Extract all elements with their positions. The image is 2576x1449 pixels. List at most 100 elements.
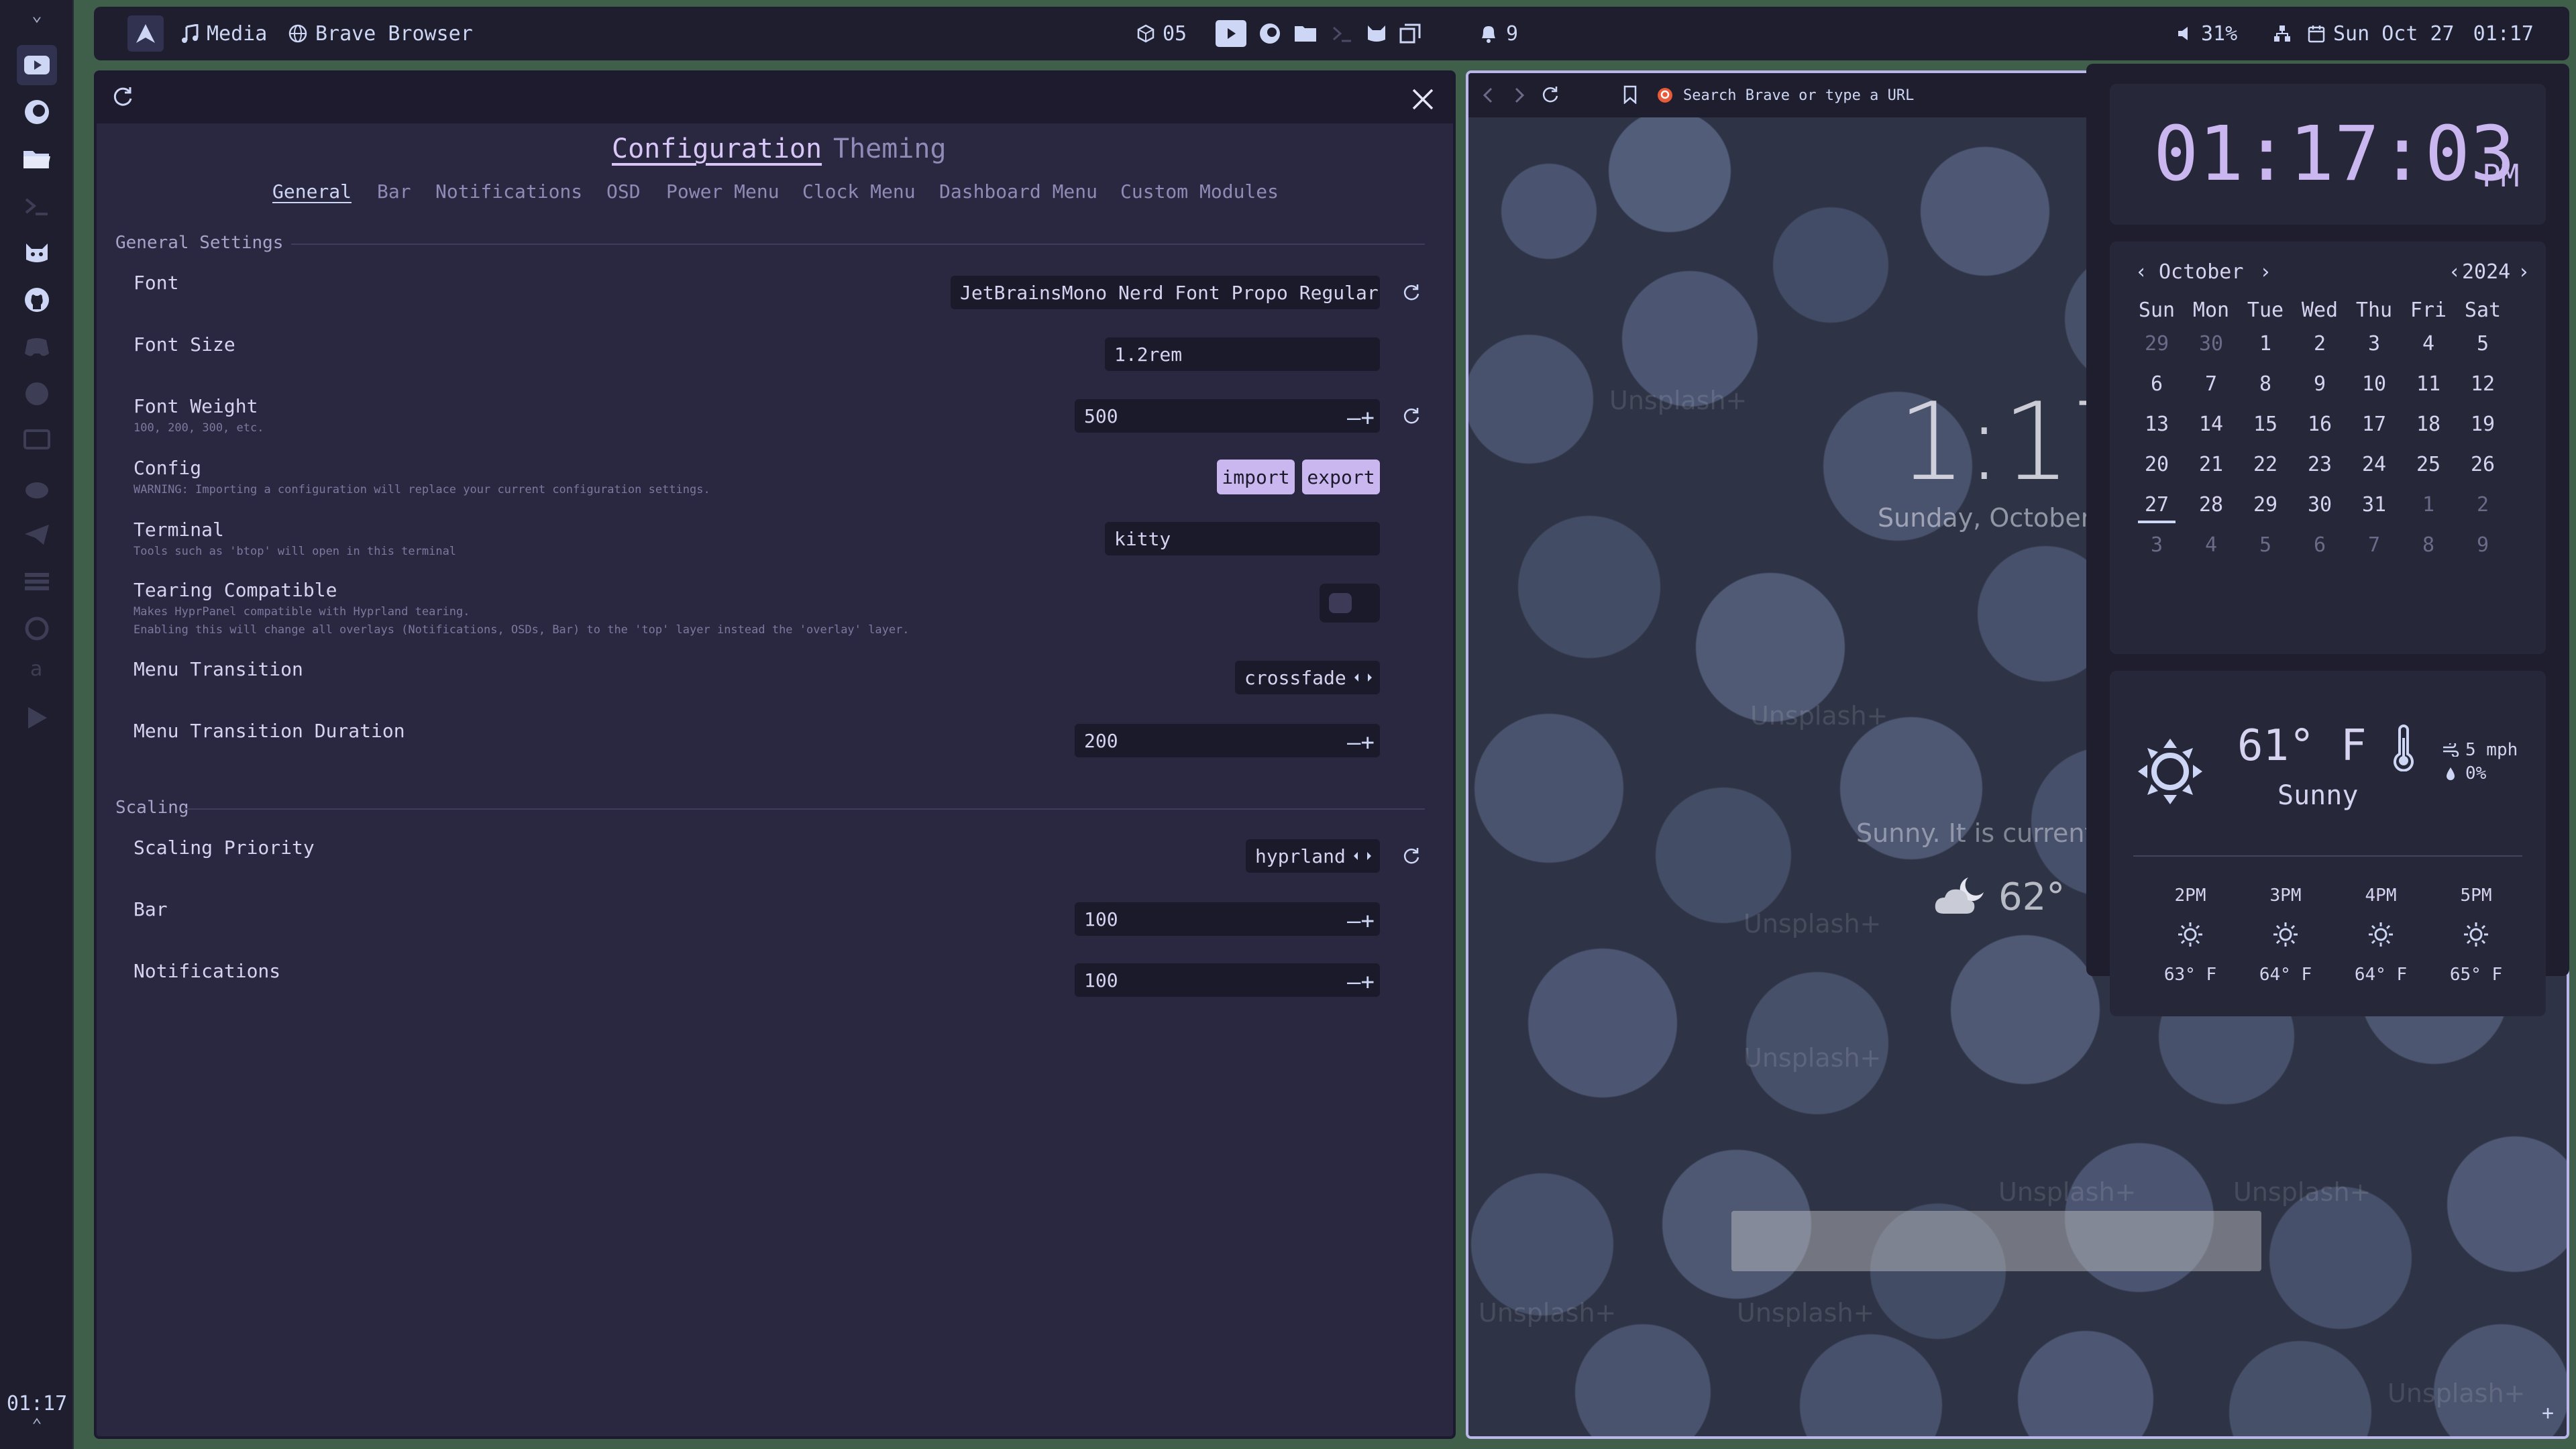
- dock-collapse-bottom[interactable]: ⌃: [0, 1415, 74, 1436]
- discord-icon[interactable]: [17, 327, 57, 367]
- calendar-day[interactable]: 19: [2456, 413, 2510, 436]
- calendar-day[interactable]: 28: [2184, 493, 2238, 517]
- tv-icon[interactable]: [17, 421, 57, 461]
- font-weight-stepper[interactable]: —+: [1347, 405, 1375, 431]
- subtab-power-menu[interactable]: Power Menu: [666, 180, 780, 203]
- calendar-day[interactable]: 12: [2456, 372, 2510, 396]
- calendar-day[interactable]: 2: [2293, 332, 2347, 356]
- calendar-day[interactable]: 1: [2402, 493, 2455, 517]
- calendar-day[interactable]: 7: [2184, 372, 2238, 396]
- calendar-day[interactable]: 31: [2347, 493, 2401, 517]
- calendar-day[interactable]: 23: [2293, 453, 2347, 476]
- scaling-priority-select[interactable]: hyprland: [1246, 839, 1380, 873]
- volume-module[interactable]: 31%: [2177, 7, 2237, 60]
- reset-icon[interactable]: [1399, 404, 1424, 428]
- tearing-toggle[interactable]: [1320, 584, 1380, 623]
- calendar-day[interactable]: 13: [2130, 413, 2184, 436]
- subtab-custom-modules[interactable]: Custom Modules: [1120, 180, 1279, 203]
- arch-logo-button[interactable]: [127, 7, 164, 60]
- notifications-scaling-field[interactable]: 100 —+: [1075, 963, 1380, 997]
- calendar-day[interactable]: 14: [2184, 413, 2238, 436]
- play-icon[interactable]: [17, 698, 57, 738]
- media-module[interactable]: Media: [181, 7, 267, 60]
- calendar-day[interactable]: 6: [2130, 372, 2184, 396]
- back-icon[interactable]: [1482, 87, 1495, 104]
- font-size-field[interactable]: 1.2rem: [1105, 337, 1380, 371]
- youtube-icon[interactable]: [17, 45, 57, 85]
- subtab-bar[interactable]: Bar: [377, 180, 411, 203]
- calendar-day[interactable]: 25: [2402, 453, 2455, 476]
- calendar-day[interactable]: 24: [2347, 453, 2401, 476]
- bookmark-icon[interactable]: [1623, 85, 1638, 104]
- tab-configuration[interactable]: Configuration: [612, 133, 822, 164]
- spotify-icon[interactable]: [17, 374, 57, 414]
- calendar-day[interactable]: 26: [2456, 453, 2510, 476]
- calendar-day[interactable]: 4: [2184, 533, 2238, 557]
- calendar-day[interactable]: 30: [2293, 493, 2347, 517]
- subtab-osd[interactable]: OSD: [606, 180, 641, 203]
- workspaces-module[interactable]: 05: [1137, 7, 1187, 60]
- subtab-notifications[interactable]: Notifications: [435, 180, 582, 203]
- calendar-day[interactable]: 15: [2239, 413, 2292, 436]
- firefox-icon[interactable]: [1258, 22, 1281, 45]
- github-icon[interactable]: [17, 280, 57, 320]
- subtab-general[interactable]: General: [272, 180, 352, 203]
- calendar-day[interactable]: 8: [2402, 533, 2455, 557]
- lockscreen-password-box[interactable]: [1731, 1211, 2261, 1271]
- calendar-day[interactable]: 30: [2184, 332, 2238, 356]
- calendar-year[interactable]: 2024: [2462, 260, 2510, 284]
- calendar-day[interactable]: 9: [2293, 372, 2347, 396]
- terminal-field[interactable]: kitty: [1105, 522, 1380, 555]
- import-button[interactable]: import: [1217, 460, 1295, 494]
- notifications-module[interactable]: 9: [1479, 7, 1518, 60]
- reset-icon[interactable]: [1399, 280, 1424, 305]
- calendar-day[interactable]: 3: [2347, 332, 2401, 356]
- sync-icon[interactable]: [17, 608, 57, 649]
- next-year-button[interactable]: ›: [2518, 260, 2530, 284]
- calendar-day[interactable]: 9: [2456, 533, 2510, 557]
- duration-stepper[interactable]: —+: [1347, 729, 1375, 756]
- calendar-day[interactable]: 18: [2402, 413, 2455, 436]
- plus-icon[interactable]: +: [2542, 1401, 2554, 1425]
- dock-collapse-top[interactable]: ⌄: [0, 5, 74, 25]
- prev-month-button[interactable]: ‹: [2135, 260, 2147, 284]
- reddit-icon[interactable]: [17, 468, 57, 508]
- calendar-day[interactable]: 20: [2130, 453, 2184, 476]
- calendar-day[interactable]: 21: [2184, 453, 2238, 476]
- stack-icon[interactable]: [17, 561, 57, 602]
- close-icon[interactable]: [1411, 88, 1434, 111]
- folder-icon[interactable]: [17, 139, 57, 179]
- folder-icon[interactable]: [1293, 23, 1319, 44]
- prev-year-button[interactable]: ‹: [2449, 260, 2461, 284]
- kitty-icon[interactable]: [1366, 23, 1387, 44]
- clock-module[interactable]: Sun Oct 27 01:17: [2308, 7, 2534, 60]
- calendar-month[interactable]: October: [2159, 260, 2243, 284]
- calendar-day-today[interactable]: 27: [2138, 493, 2176, 523]
- network-module[interactable]: [2273, 7, 2292, 60]
- firefox-icon[interactable]: [17, 92, 57, 132]
- next-month-button[interactable]: ›: [2259, 260, 2271, 284]
- calendar-day[interactable]: 22: [2239, 453, 2292, 476]
- kitty-icon[interactable]: [17, 233, 57, 273]
- bar-scaling-field[interactable]: 100 —+: [1075, 902, 1380, 936]
- calendar-day[interactable]: 2: [2456, 493, 2510, 517]
- calendar-day[interactable]: 11: [2402, 372, 2455, 396]
- calendar-day[interactable]: 3: [2130, 533, 2184, 557]
- calendar-day[interactable]: 29: [2130, 332, 2184, 356]
- reload-icon[interactable]: [1541, 85, 1560, 104]
- subtab-clock-menu[interactable]: Clock Menu: [802, 180, 916, 203]
- font-weight-field[interactable]: 500 —+: [1075, 399, 1380, 433]
- amazon-icon[interactable]: a: [17, 649, 57, 689]
- forward-icon[interactable]: [1512, 87, 1525, 104]
- notifications-scaling-stepper[interactable]: —+: [1347, 969, 1375, 996]
- calendar-day[interactable]: 4: [2402, 332, 2455, 356]
- window-title-module[interactable]: Brave Browser: [288, 7, 473, 60]
- menu-transition-duration-field[interactable]: 200 —+: [1075, 724, 1380, 757]
- calendar-day[interactable]: 5: [2239, 533, 2292, 557]
- font-field[interactable]: JetBrainsMono Nerd Font Propo Regular: [951, 276, 1380, 309]
- reset-icon[interactable]: [1399, 844, 1424, 868]
- calendar-day[interactable]: 10: [2347, 372, 2401, 396]
- tab-theming[interactable]: Theming: [833, 133, 947, 164]
- youtube-icon[interactable]: [1216, 20, 1246, 47]
- telegram-icon[interactable]: [17, 515, 57, 555]
